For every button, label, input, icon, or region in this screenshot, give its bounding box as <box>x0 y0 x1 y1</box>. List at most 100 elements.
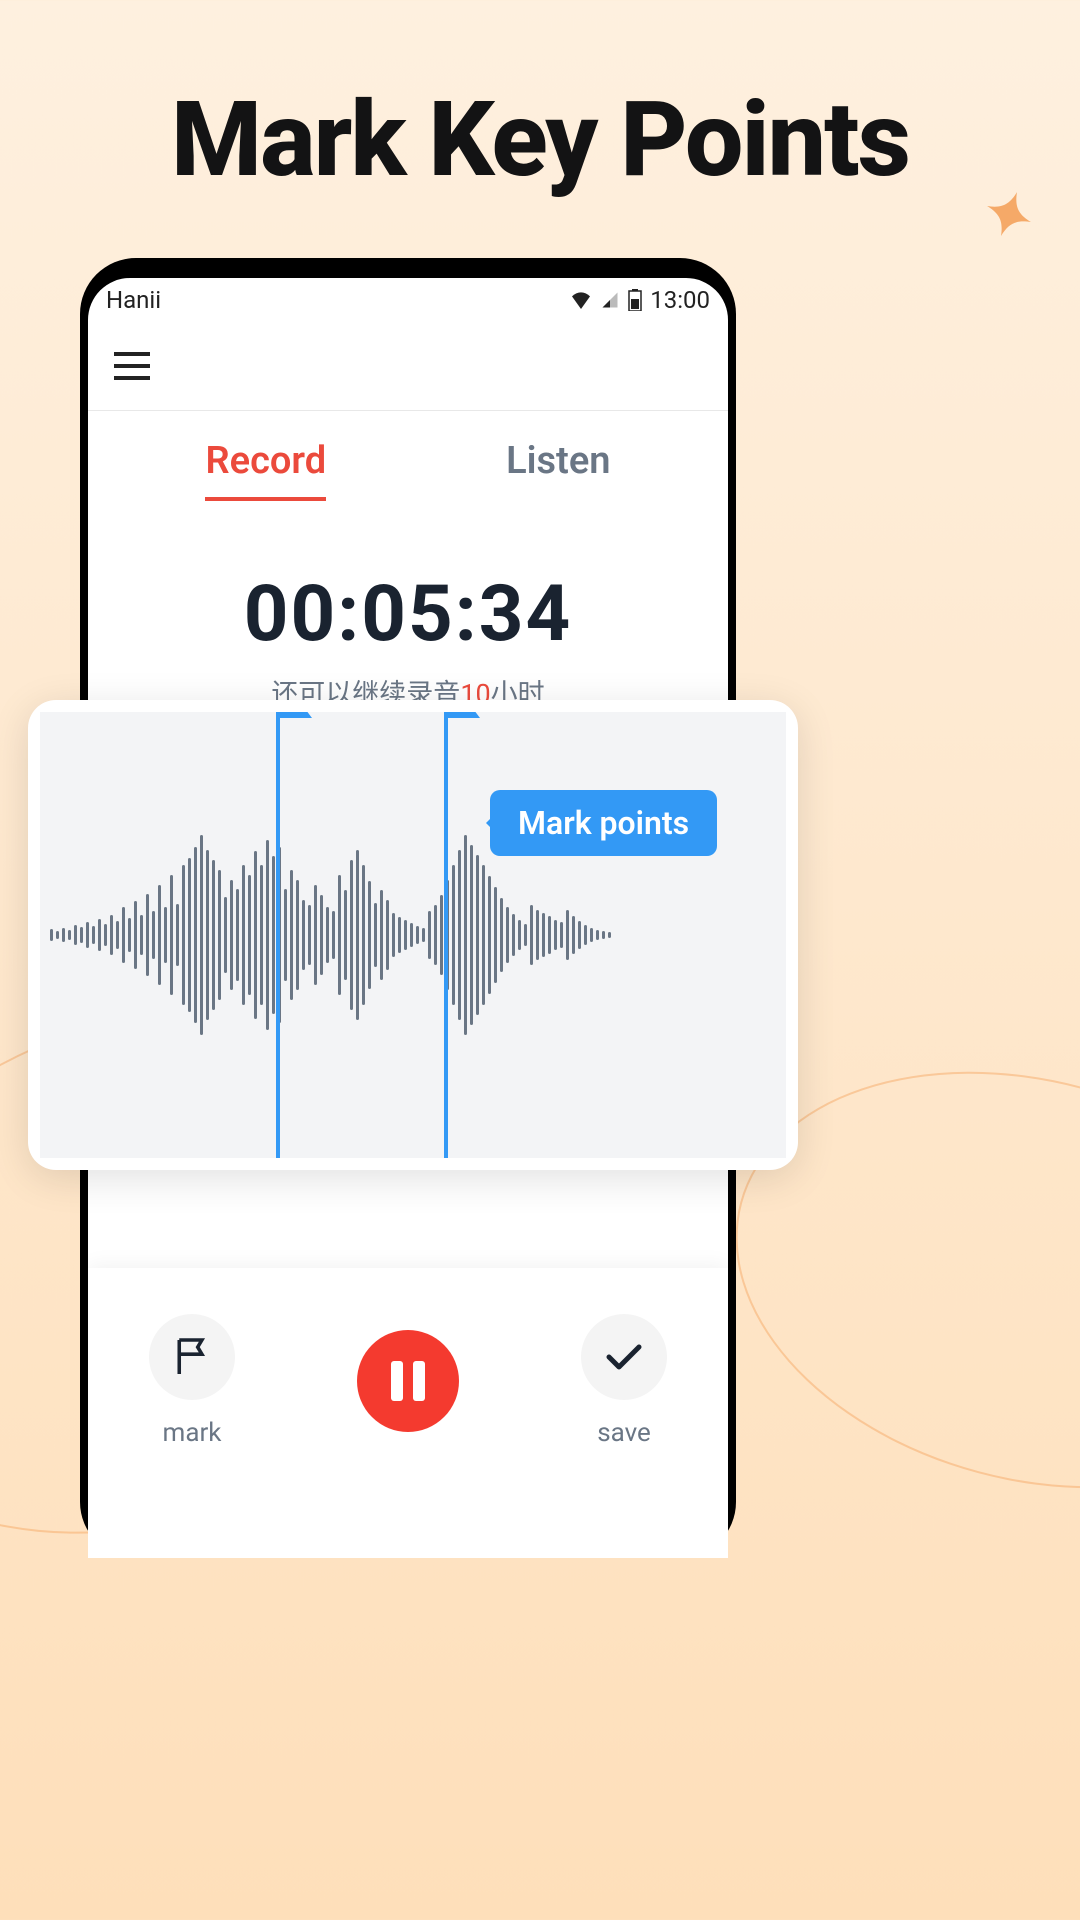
wave-bar <box>50 929 53 941</box>
wave-bar <box>122 907 125 963</box>
wave-bar <box>506 907 509 963</box>
wave-bar <box>410 923 413 947</box>
wave-bar <box>260 865 263 1005</box>
wave-bar <box>368 881 371 989</box>
wave-bar <box>230 880 233 990</box>
hamburger-menu-icon[interactable] <box>114 352 150 380</box>
wave-bar <box>524 924 527 946</box>
mark-points-tooltip: Mark points <box>490 790 717 856</box>
battery-icon <box>628 289 642 311</box>
wave-bar <box>356 850 359 1020</box>
wave-bar <box>482 865 485 1005</box>
wave-bar <box>170 875 173 995</box>
wave-bar <box>326 907 329 963</box>
wave-bar <box>188 858 191 1012</box>
wave-bar <box>248 875 251 995</box>
wave-bar <box>236 889 239 981</box>
toolbar <box>88 322 728 411</box>
wave-bar <box>242 865 245 1005</box>
mark-point-2[interactable] <box>444 712 448 1158</box>
wave-bar <box>254 851 257 1019</box>
waveform-bars <box>40 712 786 1158</box>
wave-bar <box>350 860 353 1010</box>
wave-bar <box>602 931 605 939</box>
wave-bar <box>398 917 401 953</box>
wave-bar <box>578 921 581 949</box>
wave-bar <box>266 840 269 1030</box>
page-headline: Mark Key Points <box>0 0 1080 201</box>
wave-bar <box>422 928 425 942</box>
wave-bar <box>104 924 107 946</box>
wave-bar <box>458 850 461 1020</box>
wave-bar <box>530 905 533 965</box>
wave-bar <box>476 855 479 1015</box>
wave-bar <box>176 904 179 966</box>
pause-record-button[interactable] <box>357 1330 459 1432</box>
save-button[interactable] <box>581 1314 667 1400</box>
wave-bar <box>320 895 323 975</box>
recording-timer: 00:05:34 <box>88 569 728 660</box>
mark-button[interactable] <box>149 1314 235 1400</box>
wave-bar <box>518 920 521 950</box>
wave-bar <box>164 907 167 963</box>
clock-label: 13:00 <box>650 286 710 314</box>
wave-bar <box>200 835 203 1035</box>
flag-icon <box>444 712 480 718</box>
wave-bar <box>494 887 497 983</box>
wave-bar <box>428 911 431 959</box>
wave-bar <box>344 890 347 980</box>
wave-bar <box>272 856 275 1014</box>
wave-bar <box>464 835 467 1035</box>
wave-bar <box>608 932 611 938</box>
wave-bar <box>572 916 575 954</box>
wave-bar <box>80 927 83 943</box>
carrier-label: Hanii <box>106 286 161 314</box>
wave-bar <box>452 865 455 1005</box>
mark-point-1[interactable] <box>276 712 280 1158</box>
wave-bar <box>86 922 89 948</box>
wave-bar <box>560 922 563 948</box>
wave-bar <box>386 900 389 970</box>
wave-bar <box>68 930 71 940</box>
wave-bar <box>224 897 227 973</box>
sparkle-icon <box>970 190 1040 260</box>
wave-bar <box>194 847 197 1023</box>
wave-bar <box>218 870 221 1000</box>
check-icon <box>604 1341 644 1373</box>
wave-bar <box>314 885 317 985</box>
wave-bar <box>308 905 311 965</box>
wave-bar <box>98 919 101 951</box>
wave-bar <box>146 894 149 976</box>
wave-bar <box>536 910 539 960</box>
wave-bar <box>590 928 593 942</box>
wave-bar <box>110 915 113 955</box>
flag-icon <box>276 712 312 718</box>
tab-bar: Record Listen <box>88 411 728 501</box>
wave-bar <box>512 914 515 956</box>
wave-bar <box>56 931 59 939</box>
signal-icon <box>600 291 620 309</box>
waveform-area[interactable]: Mark points <box>40 712 786 1158</box>
wave-bar <box>284 889 287 981</box>
wave-bar <box>290 870 293 1000</box>
tab-record[interactable]: Record <box>205 439 326 501</box>
wave-bar <box>470 845 473 1025</box>
wave-bar <box>116 921 119 949</box>
wave-bar <box>488 876 491 994</box>
wave-bar <box>296 880 299 990</box>
wave-bar <box>134 901 137 969</box>
wave-bar <box>596 930 599 940</box>
wave-bar <box>542 913 545 957</box>
wave-bar <box>380 890 383 980</box>
mark-button-label: mark <box>163 1418 222 1448</box>
wave-bar <box>302 900 305 970</box>
wave-bar <box>500 898 503 972</box>
wifi-icon <box>570 291 592 309</box>
wave-bar <box>566 910 569 960</box>
tab-listen[interactable]: Listen <box>506 439 610 501</box>
save-button-label: save <box>597 1418 651 1448</box>
wave-bar <box>554 920 557 950</box>
wave-bar <box>152 911 155 959</box>
wave-bar <box>434 905 437 965</box>
wave-bar <box>404 920 407 950</box>
